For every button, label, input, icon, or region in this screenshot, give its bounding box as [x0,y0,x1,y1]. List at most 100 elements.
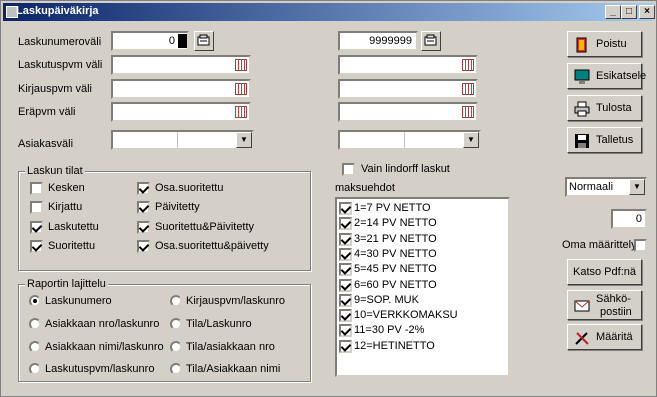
payment-term-label: 6=60 PV NETTO [354,278,437,291]
status-checkbox[interactable] [30,221,43,234]
preview-button[interactable]: Esikatsele [567,63,646,89]
calendar-icon[interactable] [235,59,247,71]
invoice-date-to-field[interactable] [338,55,478,75]
status-label: Laskutettu [48,221,99,233]
invoice-from-field[interactable]: 0 [111,31,189,51]
invoice-range-label: Laskunumeroväli [18,36,102,48]
preview-label: Esikatsele [596,70,647,82]
payment-term-checkbox[interactable] [339,202,352,215]
invoice-to-search-button[interactable] [421,31,441,51]
print-mode-select[interactable]: Normaali ▼ [565,177,647,197]
own-definition-checkbox[interactable] [634,239,647,252]
due-date-label: Eräpvm väli [18,106,76,118]
calendar-icon[interactable] [462,59,474,71]
payment-term-item[interactable]: 10=VERKKOMAKSU [339,308,507,323]
payment-term-checkbox[interactable] [339,217,352,231]
customer-from-combo[interactable]: ▼ [111,130,254,150]
own-definition-label: Oma määrittely [562,239,637,251]
sort-label: Kirjauspvm/laskunro [186,295,286,307]
payment-term-item[interactable]: 12=HETINETTO [339,339,507,354]
sort-radio[interactable] [29,363,41,375]
payment-term-checkbox[interactable] [339,309,352,323]
search-icon [197,34,210,46]
sort-label: Asiakkaan nro/laskunro [45,318,160,330]
status-checkbox[interactable] [137,221,150,234]
payment-term-checkbox[interactable] [339,324,352,338]
payment-term-checkbox[interactable] [339,232,352,246]
copies-field[interactable]: 0 [611,209,647,229]
sort-radio[interactable] [170,295,182,307]
email-button[interactable]: Sähkö- postiin [567,290,642,320]
text-cursor [178,34,187,48]
status-checkbox[interactable] [30,240,43,253]
view-pdf-label: Katso Pdf:nä [573,266,636,278]
floppy-disk-icon [575,134,589,148]
maximize-button[interactable]: □ [621,5,637,19]
status-checkbox[interactable] [30,201,43,214]
customer-to-combo[interactable]: ▼ [338,130,481,150]
save-button[interactable]: Talletus [567,127,642,153]
exit-button[interactable]: Poistu [567,31,642,57]
chevron-down-icon[interactable]: ▼ [236,132,252,148]
payment-term-checkbox[interactable] [339,293,352,307]
sort-radio[interactable] [170,341,182,353]
payment-term-item[interactable]: 5=45 PV NETTO [339,262,507,277]
status-checkbox[interactable] [137,240,150,253]
calendar-icon[interactable] [462,83,474,95]
chevron-down-icon[interactable]: ▼ [463,132,479,148]
invoice-from-search-button[interactable] [194,31,214,51]
printer-icon [574,101,590,117]
payment-term-item[interactable]: 11=30 PV -2% [339,323,507,338]
payment-terms-title: maksuehdot [335,182,395,194]
status-checkbox[interactable] [137,201,150,214]
calendar-icon[interactable] [462,106,474,118]
payment-term-label: 3=21 PV NETTO [354,232,437,245]
payment-term-item[interactable]: 6=60 PV NETTO [339,278,507,293]
monitor-icon [574,69,590,84]
chevron-down-icon[interactable]: ▼ [629,179,645,195]
view-pdf-button[interactable]: Katso Pdf:nä [567,259,642,285]
sort-radio[interactable] [170,363,182,375]
exit-door-icon [576,37,587,53]
payment-term-label: 12=HETINETTO [354,339,435,352]
calendar-icon[interactable] [235,106,247,118]
payment-term-label: 4=30 PV NETTO [354,247,437,260]
payment-terms-list[interactable]: 1=7 PV NETTO 2=14 PV NETTO 3=21 PV NETTO 4=… [335,197,510,377]
invoice-from-value: 0 [168,35,175,47]
minimize-button[interactable]: _ [605,5,621,19]
calendar-icon[interactable] [235,83,247,95]
booking-date-label: Kirjauspvm väli [18,83,92,95]
payment-term-label: 10=VERKKOMAKSU [354,309,458,322]
sort-radio[interactable] [29,341,41,353]
booking-date-from-field[interactable] [111,79,251,99]
close-button[interactable]: × [639,5,655,19]
payment-term-item[interactable]: 2=14 PV NETTO [339,216,507,231]
payment-term-label: 5=45 PV NETTO [354,263,437,276]
due-date-to-field[interactable] [338,102,478,122]
payment-term-item[interactable]: 4=30 PV NETTO [339,247,507,262]
payment-term-item[interactable]: 3=21 PV NETTO [339,232,507,247]
status-label: Kirjattu [48,201,83,213]
print-button[interactable]: Tulosta [567,95,642,121]
invoice-to-field[interactable]: 9999999 [338,31,418,51]
status-checkbox[interactable] [30,182,43,195]
payment-term-item[interactable]: 9=SOP. MUK [339,293,507,308]
sort-radio[interactable] [170,318,182,330]
only-lindorff-checkbox[interactable] [342,163,355,176]
payment-term-checkbox[interactable] [339,278,352,292]
status-checkbox[interactable] [137,182,150,195]
sort-label: Tila/Laskunro [186,318,252,330]
payment-term-checkbox[interactable] [339,263,352,277]
define-button[interactable]: Määritä [567,324,642,350]
payment-term-checkbox[interactable] [339,247,352,261]
search-icon [424,34,437,46]
booking-date-to-field[interactable] [338,79,478,99]
due-date-from-field[interactable] [111,102,251,122]
invoice-date-from-field[interactable] [111,55,251,75]
payment-term-item[interactable]: 1=7 PV NETTO [339,201,507,216]
exit-label: Poistu [596,38,627,50]
sort-radio[interactable] [29,295,41,307]
sort-radio[interactable] [29,318,41,330]
envelope-icon [574,300,590,312]
payment-term-checkbox[interactable] [339,339,352,353]
